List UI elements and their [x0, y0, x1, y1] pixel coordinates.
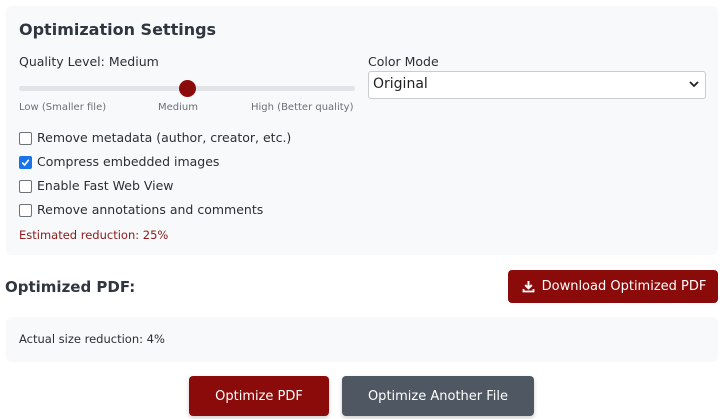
color-mode-select[interactable]: Original — [368, 71, 706, 99]
chevron-down-icon — [689, 81, 699, 88]
color-mode-value: Original — [373, 76, 428, 92]
result-panel: Actual size reduction: 4% — [6, 317, 718, 362]
check-icon — [21, 159, 30, 167]
slider-low-label: Low (Smaller file) — [19, 102, 107, 113]
settings-title: Optimization Settings — [19, 20, 217, 39]
slider-mid-label: Medium — [158, 102, 198, 113]
checkbox-checked[interactable] — [19, 156, 32, 169]
option-fast-web-view[interactable]: Enable Fast Web View — [19, 178, 319, 194]
checkbox[interactable] — [19, 132, 32, 145]
another-button-label: Optimize Another File — [367, 388, 509, 404]
checkbox[interactable] — [19, 180, 32, 193]
color-mode-label: Color Mode — [368, 54, 439, 69]
quality-level-label: Quality Level: Medium — [19, 54, 159, 69]
optimize-button-label: Optimize PDF — [215, 388, 303, 404]
download-icon — [522, 281, 535, 293]
option-label: Remove annotations and comments — [37, 202, 264, 217]
optimize-pdf-button[interactable]: Optimize PDF — [189, 376, 329, 416]
option-remove-metadata[interactable]: Remove metadata (author, creator, etc.) — [19, 130, 319, 146]
option-remove-annotations[interactable]: Remove annotations and comments — [19, 202, 319, 218]
estimated-reduction: Estimated reduction: 25% — [19, 228, 169, 242]
option-compress-images[interactable]: Compress embedded images — [19, 154, 319, 170]
optimized-pdf-title: Optimized PDF: — [5, 278, 136, 296]
quality-slider[interactable] — [19, 80, 355, 97]
optimize-another-file-button[interactable]: Optimize Another File — [342, 376, 534, 416]
optimization-settings-panel: Optimization Settings Quality Level: Med… — [6, 6, 718, 255]
download-optimized-pdf-button[interactable]: Download Optimized PDF — [508, 270, 718, 303]
actual-size-reduction: Actual size reduction: 4% — [19, 332, 165, 346]
option-label: Remove metadata (author, creator, etc.) — [37, 130, 292, 145]
slider-thumb[interactable] — [178, 80, 196, 97]
download-button-label: Download Optimized PDF — [541, 279, 707, 294]
option-label: Enable Fast Web View — [37, 178, 174, 193]
checkbox[interactable] — [19, 204, 32, 217]
slider-high-label: High (Better quality) — [251, 102, 354, 113]
option-label: Compress embedded images — [37, 154, 220, 169]
